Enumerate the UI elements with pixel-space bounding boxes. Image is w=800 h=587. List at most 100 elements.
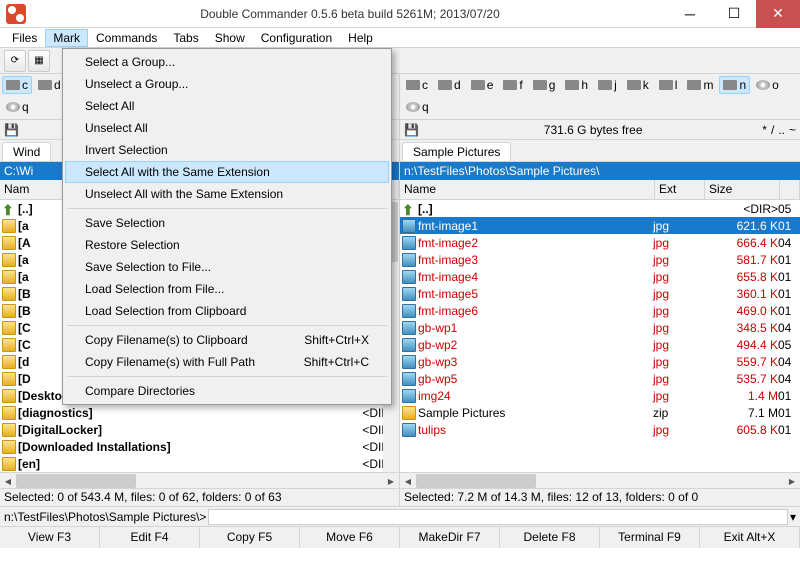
scroll-left-icon[interactable]: ◀ [0, 473, 16, 489]
up-button[interactable]: .. [778, 123, 785, 137]
file-row[interactable]: [DigitalLocker]<DIR> [0, 421, 399, 438]
file-row[interactable]: ⬆[..]<DIR>05 [400, 200, 800, 217]
menu-item[interactable]: Select a Group... [65, 51, 389, 73]
file-row[interactable]: fmt-image5jpg360.1 K01 [400, 285, 800, 302]
right-tab[interactable]: Sample Pictures [402, 142, 511, 161]
file-row[interactable]: img24jpg1.4 M01 [400, 387, 800, 404]
drive-q[interactable]: q [402, 98, 433, 116]
file-name: fmt-image3 [418, 253, 653, 267]
menu-item[interactable]: Select All [65, 95, 389, 117]
menu-files[interactable]: Files [4, 29, 45, 47]
menu-item[interactable]: Save Selection to File... [65, 256, 389, 278]
dropdown-icon[interactable]: ▾ [790, 510, 796, 524]
drive-c[interactable]: c [2, 76, 32, 94]
menu-item[interactable]: Unselect All [65, 117, 389, 139]
fnkey-delete[interactable]: Delete F8 [500, 527, 600, 548]
file-row[interactable]: tulipsjpg605.8 K01 [400, 421, 800, 438]
menu-help[interactable]: Help [340, 29, 381, 47]
drive-o[interactable]: o [752, 76, 783, 94]
menu-item[interactable]: Save Selection [65, 212, 389, 234]
favorites-button[interactable]: * [762, 123, 767, 137]
menu-item[interactable]: Restore Selection [65, 234, 389, 256]
root-button[interactable]: / [771, 123, 774, 137]
fnkey-makedir[interactable]: MakeDir F7 [400, 527, 500, 548]
tool-button[interactable]: ▦ [28, 50, 50, 72]
drive-m[interactable]: m [683, 76, 717, 94]
drive-d[interactable]: d [434, 76, 465, 94]
menu-item[interactable]: Load Selection from Clipboard [65, 300, 389, 322]
file-row[interactable]: gb-wp2jpg494.4 K05 [400, 336, 800, 353]
file-size: 581.7 K [703, 253, 778, 267]
home-button[interactable]: ~ [789, 123, 796, 137]
refresh-button[interactable]: ⟳ [4, 50, 26, 72]
drive-n[interactable]: n [719, 76, 750, 94]
scroll-left-icon[interactable]: ◀ [400, 473, 416, 489]
menu-commands[interactable]: Commands [88, 29, 165, 47]
file-row[interactable]: gb-wp3jpg559.7 K04 [400, 353, 800, 370]
fnkey-exit[interactable]: Exit Alt+X [700, 527, 800, 548]
menu-configuration[interactable]: Configuration [253, 29, 340, 47]
drive-j[interactable]: j [594, 76, 621, 94]
file-row[interactable]: fmt-image4jpg655.8 K01 [400, 268, 800, 285]
menu-mark[interactable]: Mark [45, 29, 88, 47]
file-row[interactable]: [diagnostics]<DIR> [0, 404, 399, 421]
fnkey-move[interactable]: Move F6 [300, 527, 400, 548]
col-size[interactable]: Size [705, 180, 780, 199]
menu-item[interactable]: Invert Selection [65, 139, 389, 161]
file-row[interactable]: gb-wp1jpg348.5 K04 [400, 319, 800, 336]
drive-l[interactable]: l [655, 76, 682, 94]
drive-g[interactable]: g [529, 76, 560, 94]
file-row[interactable]: fmt-image1jpg621.6 K01 [400, 217, 800, 234]
menu-item[interactable]: Unselect All with the Same Extension [65, 183, 389, 205]
right-file-list[interactable]: ⬆[..]<DIR>05fmt-image1jpg621.6 K01fmt-im… [400, 200, 800, 472]
scroll-right-icon[interactable]: ▶ [784, 473, 800, 489]
drive-icon [723, 80, 737, 90]
fnkey-edit[interactable]: Edit F4 [100, 527, 200, 548]
minimize-button[interactable]: ─ [668, 0, 712, 28]
close-button[interactable]: ✕ [756, 0, 800, 28]
left-hscroll[interactable]: ◀ ▶ [0, 472, 399, 488]
menu-item[interactable]: Load Selection from File... [65, 278, 389, 300]
menu-show[interactable]: Show [207, 29, 253, 47]
drive-c[interactable]: c [402, 76, 432, 94]
drive-h[interactable]: h [561, 76, 592, 94]
file-row[interactable]: fmt-image3jpg581.7 K01 [400, 251, 800, 268]
file-row[interactable]: fmt-image2jpg666.4 K04 [400, 234, 800, 251]
drive-icon[interactable]: 💾 [404, 123, 424, 137]
drive-q[interactable]: q [2, 98, 33, 116]
file-name: fmt-image1 [418, 219, 653, 233]
right-path[interactable]: n:\TestFiles\Photos\Sample Pictures\ [400, 162, 800, 180]
file-name: fmt-image2 [418, 236, 653, 250]
scroll-right-icon[interactable]: ▶ [383, 473, 399, 489]
menu-item[interactable]: Unselect a Group... [65, 73, 389, 95]
drive-f[interactable]: f [499, 76, 526, 94]
menu-tabs[interactable]: Tabs [165, 29, 206, 47]
fnkey-terminal[interactable]: Terminal F9 [600, 527, 700, 548]
col-ext[interactable]: Ext [655, 180, 705, 199]
menu-item[interactable]: Copy Filename(s) with Full PathShift+Ctr… [65, 351, 389, 373]
maximize-button[interactable]: ☐ [712, 0, 756, 28]
file-row[interactable]: Sample Pictureszip7.1 M01 [400, 404, 800, 421]
file-row[interactable]: [en]<DIR> [0, 455, 399, 472]
folder-icon [2, 423, 16, 437]
fnkey-view[interactable]: View F3 [0, 527, 100, 548]
up-icon: ⬆ [2, 202, 16, 216]
drive-icon[interactable]: 💾 [4, 123, 24, 137]
drive-e[interactable]: e [467, 76, 498, 94]
left-tab[interactable]: Wind [2, 142, 51, 161]
image-icon [402, 389, 416, 403]
menu-item[interactable]: Copy Filename(s) to ClipboardShift+Ctrl+… [65, 329, 389, 351]
cmdline-input[interactable] [208, 509, 788, 525]
col-date[interactable] [780, 180, 800, 199]
fnkey-copy[interactable]: Copy F5 [200, 527, 300, 548]
drive-k[interactable]: k [623, 76, 653, 94]
menu-item-label: Select All with the Same Extension [85, 165, 270, 179]
menu-item[interactable]: Compare Directories [65, 380, 389, 402]
right-hscroll[interactable]: ◀ ▶ [400, 472, 800, 488]
file-row[interactable]: fmt-image6jpg469.0 K01 [400, 302, 800, 319]
file-row[interactable]: [Downloaded Installations]<DIR> [0, 438, 399, 455]
menu-item[interactable]: Select All with the Same Extension [65, 161, 389, 183]
drive-d[interactable]: d [34, 76, 65, 94]
col-name[interactable]: Name [400, 180, 655, 199]
file-row[interactable]: gb-wp5jpg535.7 K04 [400, 370, 800, 387]
